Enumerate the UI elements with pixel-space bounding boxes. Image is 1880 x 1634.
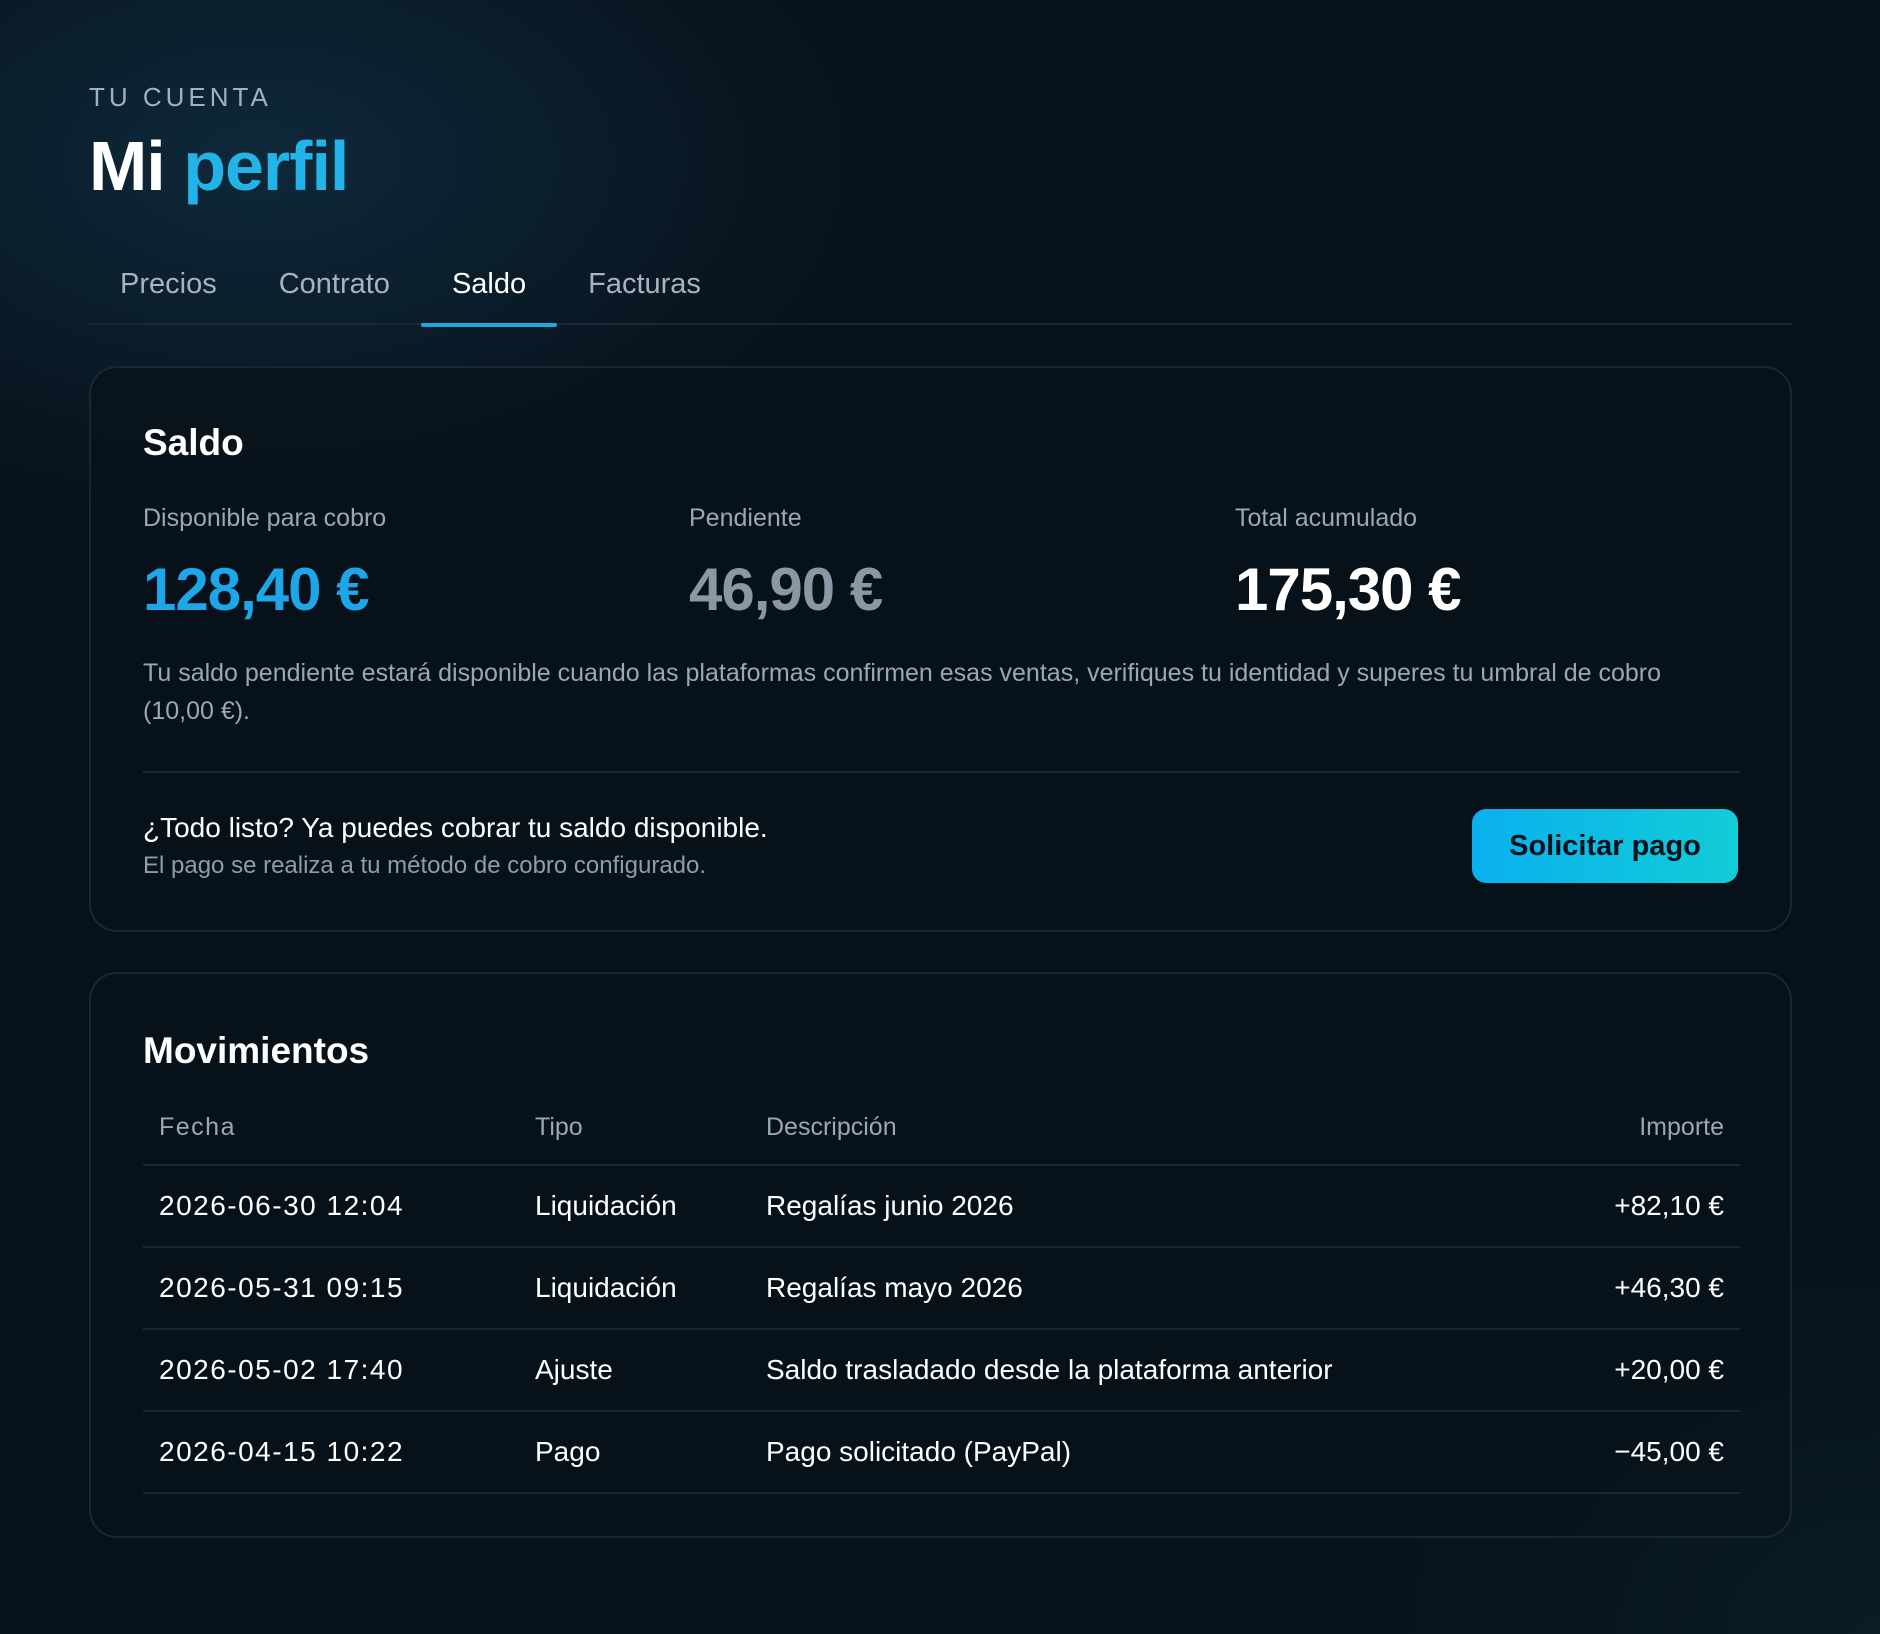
row-amount: +46,30 € <box>1550 1247 1740 1330</box>
table-header-row: Fecha Tipo Descripción Importe <box>143 1090 1740 1166</box>
row-type: Liquidación <box>519 1247 750 1330</box>
transactions-table: Fecha Tipo Descripción Importe 2026-06-3… <box>143 1090 1740 1494</box>
column-header-description: Descripción <box>750 1090 1551 1166</box>
row-type: Ajuste <box>519 1329 750 1412</box>
tab-precios[interactable]: Precios <box>89 260 248 325</box>
table-row: 2026-06-30 12:04 Liquidación Regalías ju… <box>143 1165 1740 1248</box>
page-title: Mi perfil <box>89 126 349 206</box>
divider <box>143 771 1740 773</box>
balance-card: Saldo Disponible para cobro 128,40 € Pen… <box>89 366 1792 932</box>
row-description: Regalías mayo 2026 <box>750 1247 1551 1330</box>
request-payment-button[interactable]: Solicitar pago <box>1472 809 1738 883</box>
total-balance-label: Total acumulado <box>1235 504 1418 532</box>
total-balance: Total acumulado 175,30 € <box>1235 504 1755 624</box>
balance-title: Saldo <box>143 422 244 463</box>
pending-note: Tu saldo pendiente estará disponible cua… <box>143 659 1662 725</box>
tab-contrato[interactable]: Contrato <box>248 260 421 325</box>
row-description: Saldo trasladado desde la plataforma ant… <box>750 1329 1551 1412</box>
row-amount: −45,00 € <box>1550 1411 1740 1494</box>
column-header-type: Tipo <box>519 1090 750 1166</box>
table-row: 2026-05-31 09:15 Liquidación Regalías ma… <box>143 1247 1740 1330</box>
pending-balance-label: Pendiente <box>689 504 802 532</box>
page-title-accent: perfil <box>183 127 349 205</box>
column-header-amount: Importe <box>1550 1090 1740 1166</box>
page-eyebrow: TU CUENTA <box>89 82 272 112</box>
payout-cta-title: ¿Todo listo? Ya puedes cobrar tu saldo d… <box>143 812 768 843</box>
row-date: 2026-05-02 17:40 <box>143 1329 519 1412</box>
available-balance: Disponible para cobro 128,40 € <box>143 504 663 624</box>
table-row: 2026-05-02 17:40 Ajuste Saldo trasladado… <box>143 1329 1740 1412</box>
available-balance-value: 128,40 € <box>143 556 370 623</box>
row-amount: +82,10 € <box>1550 1165 1740 1248</box>
page-title-main: Mi <box>89 127 166 205</box>
row-type: Liquidación <box>519 1165 750 1248</box>
transactions-title: Movimientos <box>143 1030 370 1071</box>
row-date: 2026-04-15 10:22 <box>143 1411 519 1494</box>
transactions-card: Movimientos Fecha Tipo Descripción Impor… <box>89 972 1792 1538</box>
row-amount: +20,00 € <box>1550 1329 1740 1412</box>
tab-facturas[interactable]: Facturas <box>557 260 732 325</box>
row-description: Pago solicitado (PayPal) <box>750 1411 1551 1494</box>
pending-balance: Pendiente 46,90 € <box>689 504 1209 624</box>
row-date: 2026-05-31 09:15 <box>143 1247 519 1330</box>
tab-saldo[interactable]: Saldo <box>420 260 558 327</box>
row-type: Pago <box>519 1411 750 1494</box>
total-balance-value: 175,30 € <box>1235 556 1462 623</box>
profile-tabs: Precios Contrato Saldo Facturas <box>89 260 1792 327</box>
payout-cta-subtitle: El pago se realiza a tu método de cobro … <box>143 852 707 879</box>
column-header-date: Fecha <box>143 1090 519 1166</box>
pending-balance-value: 46,90 € <box>689 556 883 623</box>
available-balance-label: Disponible para cobro <box>143 504 387 532</box>
row-description: Regalías junio 2026 <box>750 1165 1551 1248</box>
table-row: 2026-04-15 10:22 Pago Pago solicitado (P… <box>143 1411 1740 1494</box>
row-date: 2026-06-30 12:04 <box>143 1165 519 1248</box>
